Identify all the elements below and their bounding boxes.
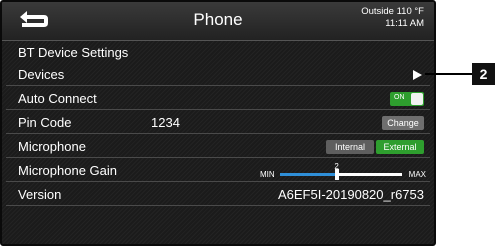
external-mic-button[interactable]: External xyxy=(376,140,424,154)
slider-min-label: MIN xyxy=(260,170,275,179)
auto-connect-toggle[interactable]: ON xyxy=(390,92,424,106)
toggle-on-label: ON xyxy=(394,94,405,101)
slider-fill xyxy=(280,173,338,176)
play-arrow-icon[interactable] xyxy=(413,70,422,80)
toggle-knob xyxy=(411,93,423,105)
microphone-gain-row: Microphone Gain MIN 2 MAX xyxy=(6,161,430,182)
pin-code-label: Pin Code xyxy=(18,115,72,130)
devices-label: Devices xyxy=(18,67,65,82)
auto-connect-label: Auto Connect xyxy=(18,91,97,106)
version-row: Version A6EF5I-20190820_r6753 xyxy=(6,185,430,206)
version-label: Version xyxy=(18,187,62,202)
internal-mic-button[interactable]: Internal xyxy=(326,140,374,154)
callout-line xyxy=(425,73,472,75)
status-info: Outside 110 °F 11:11 AM xyxy=(361,6,424,30)
microphone-gain-slider[interactable]: MIN 2 MAX xyxy=(260,161,426,181)
slider-max-label: MAX xyxy=(408,170,426,179)
change-pin-button[interactable]: Change xyxy=(382,116,424,130)
slider-track[interactable]: 2 xyxy=(280,162,402,180)
microphone-row: Microphone Internal External xyxy=(6,137,430,158)
slider-value: 2 xyxy=(334,162,339,171)
header-bar: Phone Outside 110 °F 11:11 AM xyxy=(2,2,434,41)
outside-temperature: Outside 110 °F xyxy=(361,6,424,17)
clock: 11:11 AM xyxy=(385,18,424,29)
pin-code-row: Pin Code 1234 Change xyxy=(6,113,430,134)
pin-code-value: 1234 xyxy=(151,115,180,130)
section-title: BT Device Settings xyxy=(18,45,129,60)
auto-connect-row: Auto Connect ON xyxy=(6,89,430,110)
version-value: A6EF5I-20190820_r6753 xyxy=(277,187,424,202)
devices-row[interactable]: Devices xyxy=(6,65,430,86)
microphone-label: Microphone xyxy=(18,139,86,154)
head-unit-screen: Phone Outside 110 °F 11:11 AM BT Device … xyxy=(0,0,436,246)
callout-badge: 2 xyxy=(472,63,495,85)
microphone-gain-label: Microphone Gain xyxy=(18,163,117,178)
